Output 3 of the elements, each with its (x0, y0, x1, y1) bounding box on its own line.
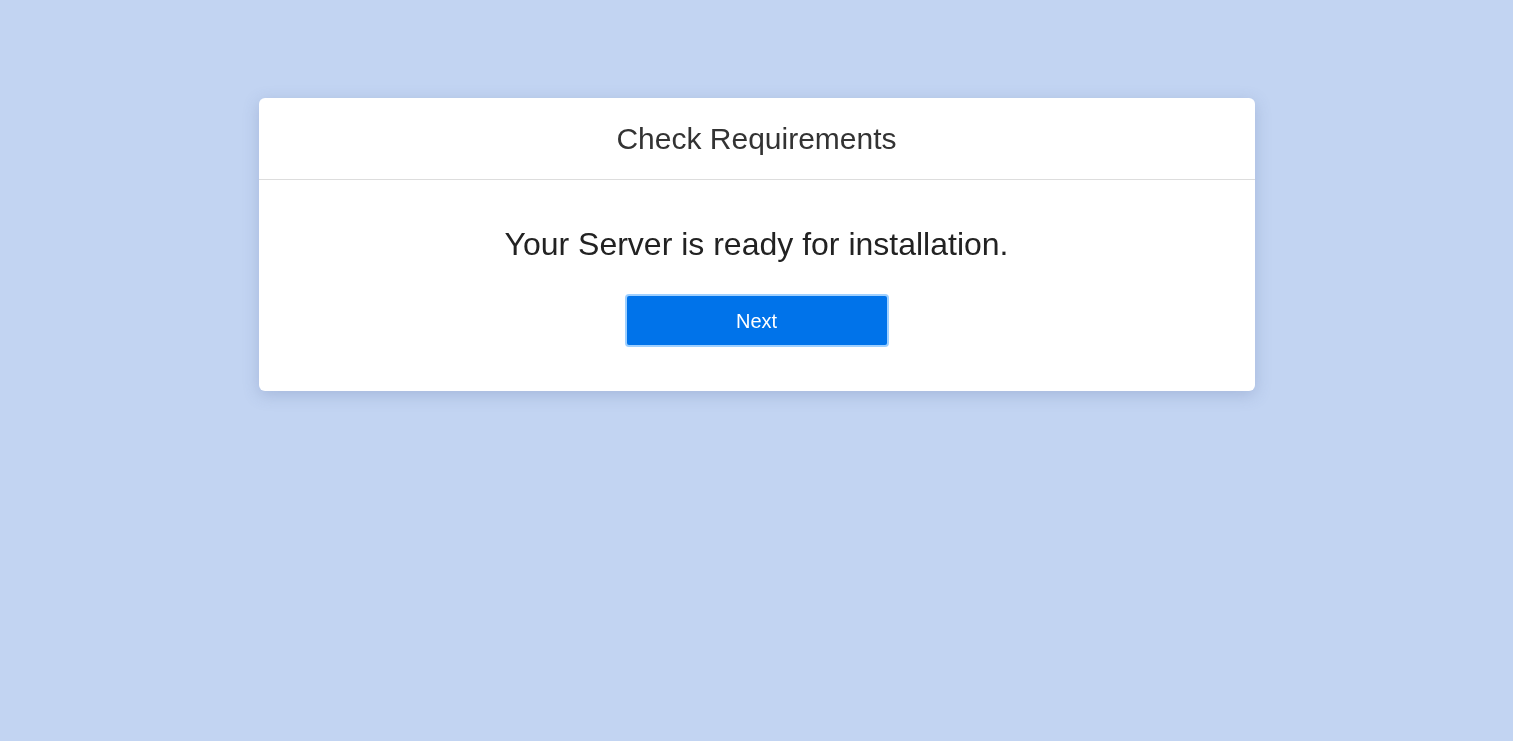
next-button[interactable]: Next (624, 294, 889, 347)
status-message: Your Server is ready for installation. (504, 225, 1009, 264)
card-title: Check Requirements (616, 121, 897, 157)
